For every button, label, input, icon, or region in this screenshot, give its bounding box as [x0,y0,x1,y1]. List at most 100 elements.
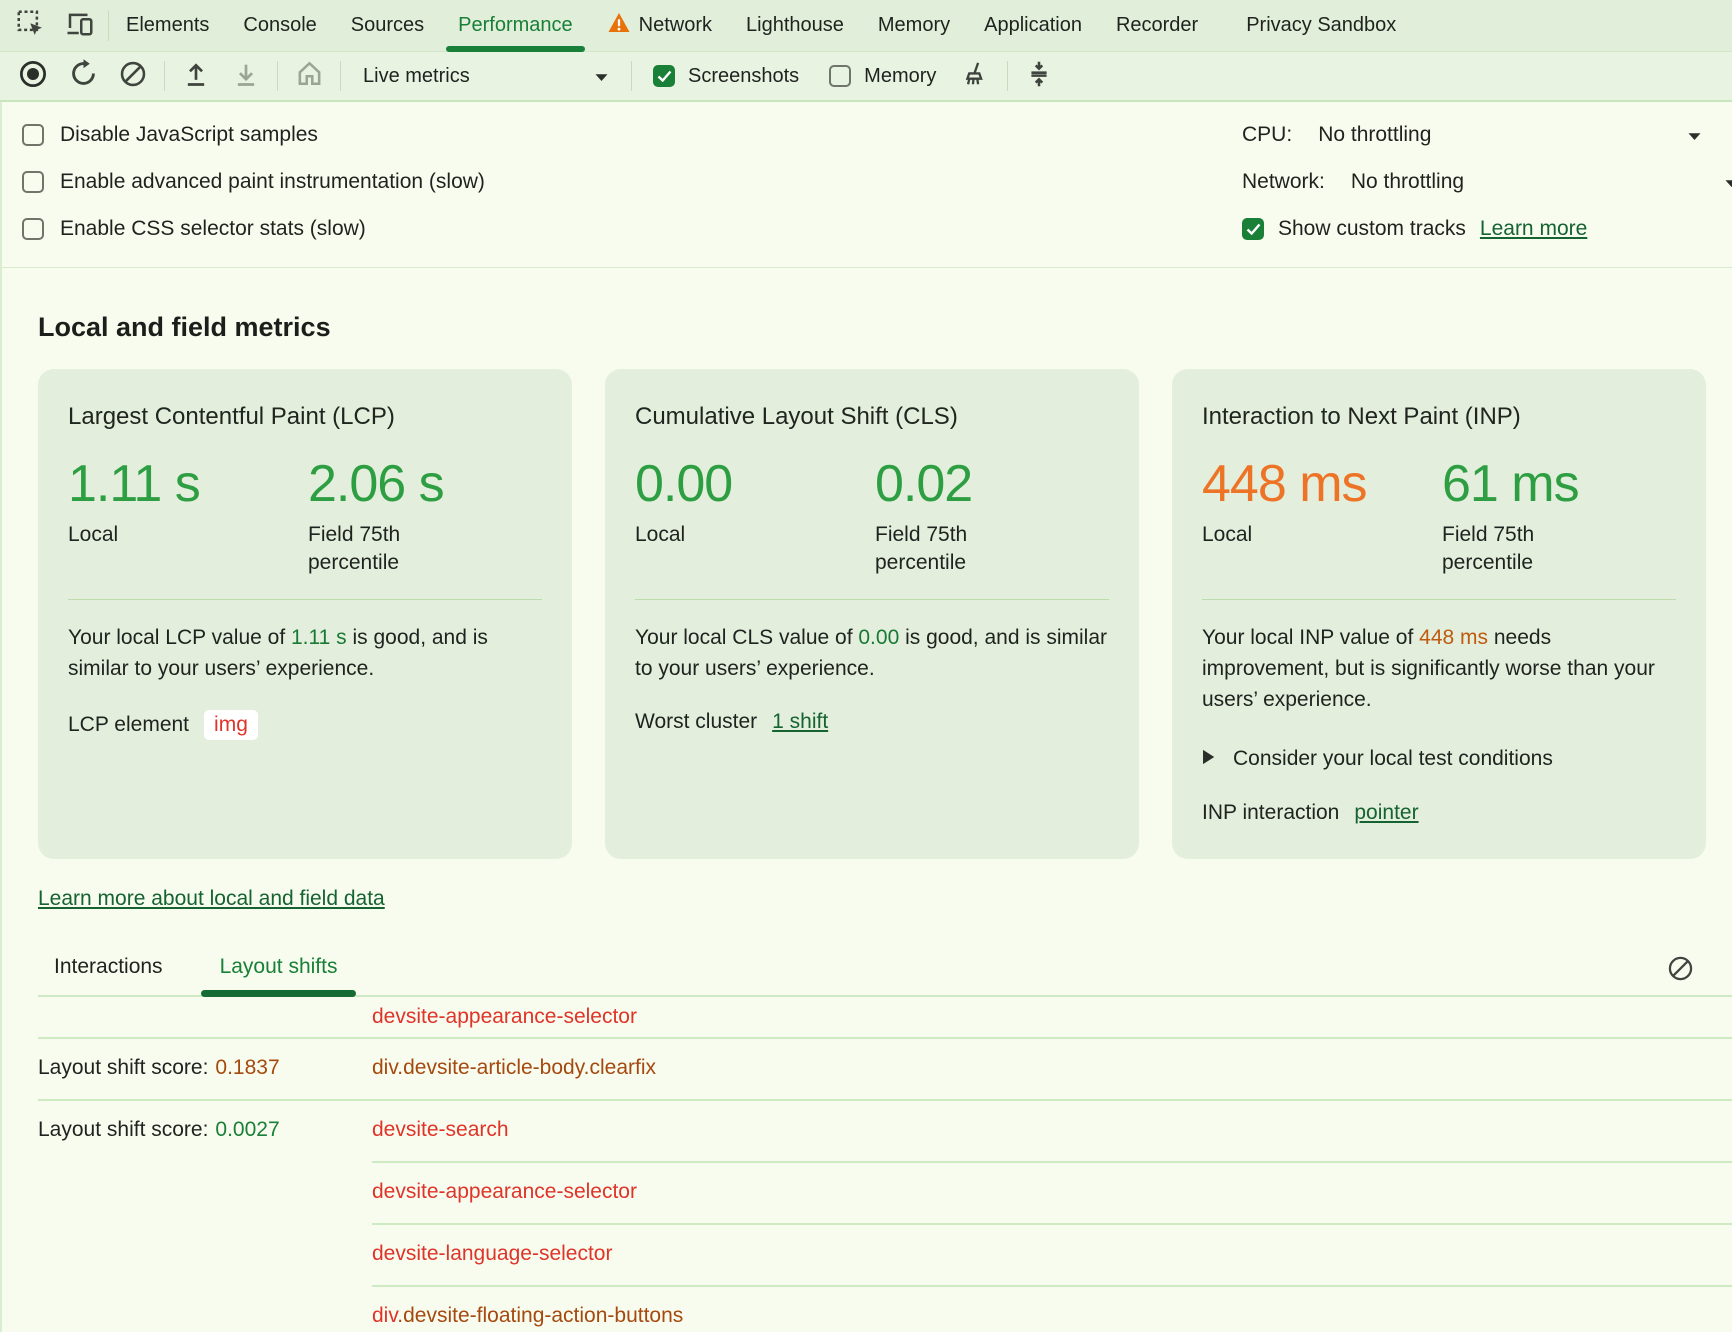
local-label: Local [1202,521,1337,549]
cls-field-value-block: 0.02 Field 75th percentile [875,455,1109,577]
screenshots-label[interactable]: Screenshots [688,65,799,88]
inspect-element-button[interactable] [10,6,50,46]
tab-lighthouse[interactable]: Lighthouse [729,0,861,52]
lcp-summary: Your local LCP value of 1.11 s is good, … [68,622,542,684]
node-link[interactable]: devsite-appearance-selector [372,1180,637,1203]
inp-field-value: 61 ms [1442,455,1676,513]
advanced-paint-label[interactable]: Enable advanced paint instrumentation (s… [60,170,485,194]
cls-summary-prefix: Your local CLS value of [635,626,858,649]
layout-shift-row[interactable]: Layout shift score:0.1837 div.devsite-ar… [2,1037,1732,1099]
load-profile-button[interactable] [171,52,221,100]
reload-icon [69,59,98,93]
upload-icon [182,60,210,93]
cls-local-value: 0.00 [635,455,875,513]
network-throttling-row: Network: No throttling [1242,158,1732,205]
memory-checkbox[interactable]: Memory [814,52,951,100]
show-custom-tracks-label[interactable]: Show custom tracks [1278,217,1466,241]
node-link[interactable]: div.devsite-article-body.clearfix [372,1056,656,1079]
css-selector-stats-label[interactable]: Enable CSS selector stats (slow) [60,217,366,241]
performance-panel-body: Disable JavaScript samples Enable advanc… [0,102,1732,1332]
clear-button[interactable] [108,52,158,100]
tab-layout-shifts[interactable]: Layout shifts [220,955,338,995]
checkbox-checked-icon[interactable] [653,65,675,87]
local-field-metrics-heading: Local and field metrics [38,312,1732,343]
local-test-conditions-disclosure[interactable]: Consider your local test conditions [1202,747,1676,771]
live-metrics-label: Live metrics [363,65,470,88]
tab-label: Recorder [1116,14,1198,37]
chevron-down-icon[interactable] [1687,123,1702,147]
tab-memory[interactable]: Memory [861,0,967,52]
node-link[interactable]: devsite-search [372,1118,509,1141]
tab-label: Application [984,14,1082,37]
tab-label: Privacy Sandbox [1246,14,1396,37]
inp-interaction-row: INP interaction pointer [1202,801,1676,825]
inp-interaction-link[interactable]: pointer [1354,801,1418,825]
record-and-reload-button[interactable] [58,52,108,100]
cpu-throttling-select[interactable]: No throttling [1318,123,1431,147]
tab-performance[interactable]: Performance [441,0,590,52]
advanced-paint-checkbox[interactable] [22,171,44,193]
toolbar-separator [164,61,165,91]
worst-cluster-link[interactable]: 1 shift [772,710,828,734]
tab-recorder[interactable]: Recorder [1099,0,1215,52]
inp-field-value-block: 61 ms Field 75th percentile [1442,455,1676,577]
disable-js-samples-checkbox[interactable] [22,124,44,146]
card-divider [635,599,1109,600]
checkbox-unchecked[interactable] [829,65,851,87]
tab-interactions[interactable]: Interactions [54,955,163,995]
cpu-label: CPU: [1242,123,1292,147]
inspect-icon [15,8,45,43]
node-link[interactable]: devsite-appearance-selector [372,1005,637,1028]
cls-card: Cumulative Layout Shift (CLS) 0.00 Local… [605,369,1139,859]
layout-shift-row[interactable]: devsite-appearance-selector [2,1161,1732,1223]
record-button[interactable] [8,52,58,100]
device-toolbar-button[interactable] [60,6,100,46]
disable-js-samples-label[interactable]: Disable JavaScript samples [60,123,318,147]
tab-label: Lighthouse [746,14,844,37]
warning-icon [607,12,631,39]
layout-shift-row[interactable]: Layout shift score:0.0027 devsite-search [2,1099,1732,1161]
custom-tracks-learn-more-link[interactable]: Learn more [1480,217,1587,241]
local-field-data-learn-more-link[interactable]: Learn more about local and field data [38,887,385,911]
shift-score-cell: Layout shift score:0.0027 [2,1118,372,1142]
live-metrics-select[interactable]: Live metrics [347,52,625,100]
lcp-local-value: 1.11 s [68,455,308,513]
shrink-button[interactable] [1014,52,1064,100]
show-custom-tracks-checkbox[interactable] [1242,218,1264,240]
cpu-throttling-row: CPU: No throttling [1242,111,1732,158]
node-link-tag[interactable]: div [372,1304,397,1327]
save-profile-button[interactable] [221,52,271,100]
shift-score-label: Layout shift score: [38,1118,208,1141]
lcp-element-node-link[interactable]: img [204,710,258,740]
inp-summary-value: 448 ms [1419,626,1488,649]
tab-application[interactable]: Application [967,0,1099,52]
tab-elements[interactable]: Elements [109,0,226,52]
collect-garbage-button[interactable] [951,52,1001,100]
tab-privacy-sandbox[interactable]: Privacy Sandbox [1229,0,1413,52]
home-button[interactable] [284,52,334,100]
tab-network[interactable]: Network [590,0,729,52]
device-toolbar-icon [65,8,95,43]
inp-local-value-block: 448 ms Local [1202,455,1442,577]
node-link[interactable]: devsite-language-selector [372,1242,612,1265]
local-test-conditions-label: Consider your local test conditions [1233,747,1553,771]
css-selector-stats-checkbox[interactable] [22,218,44,240]
lcp-element-row: LCP element img [68,710,542,740]
network-throttling-select[interactable]: No throttling [1351,170,1464,194]
lcp-summary-value: 1.11 s [291,626,347,649]
cls-field-value: 0.02 [875,455,1109,513]
memory-label[interactable]: Memory [864,65,936,88]
chevron-down-icon[interactable] [1724,170,1732,194]
screenshots-checkbox[interactable]: Screenshots [638,52,814,100]
inp-card: Interaction to Next Paint (INP) 448 ms L… [1172,369,1706,859]
layout-shift-row[interactable]: devsite-appearance-selector [2,997,1732,1037]
layout-shift-row[interactable]: div.devsite-floating-action-buttons [2,1285,1732,1332]
tab-sources[interactable]: Sources [334,0,441,52]
cls-summary: Your local CLS value of 0.00 is good, an… [635,622,1109,684]
chevron-down-icon [594,65,609,88]
tab-console[interactable]: Console [226,0,333,52]
clear-log-button[interactable] [1662,953,1698,989]
tab-label: Console [243,14,316,37]
layout-shift-row[interactable]: devsite-language-selector [2,1223,1732,1285]
node-link[interactable]: .devsite-floating-action-buttons [397,1304,683,1327]
